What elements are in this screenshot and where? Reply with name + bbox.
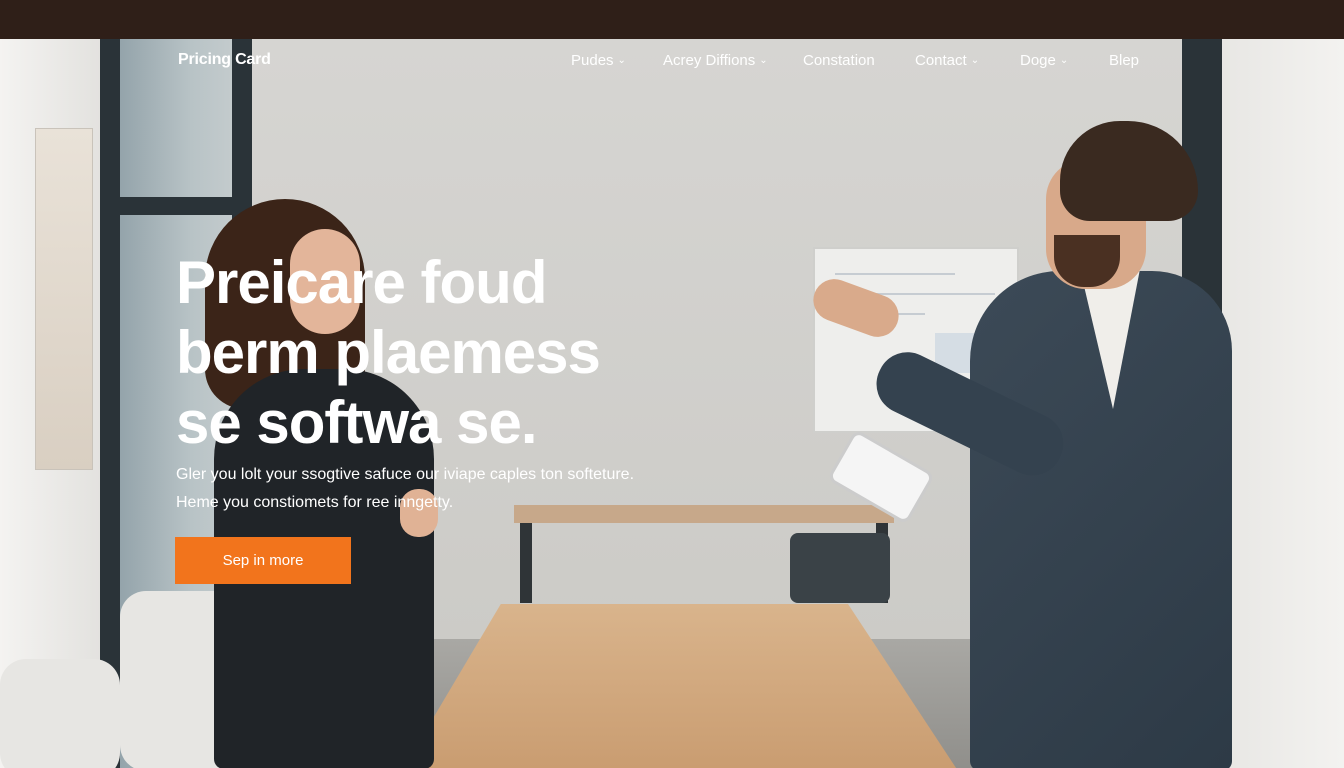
nav-label: Blep — [1109, 52, 1140, 69]
nav-item-constation[interactable]: Constation — [803, 52, 875, 69]
hero-subtitle-line: Gler you lolt your ssogtive safuce our i… — [176, 466, 635, 483]
cta-button[interactable]: Sep in more — [175, 537, 351, 584]
white-chair — [0, 659, 120, 768]
nav-label: Pudes — [571, 52, 614, 69]
nav-item-acrey-diffions[interactable]: Acrey Diffions ⌄ — [663, 52, 768, 69]
office-chair — [790, 533, 890, 603]
chevron-down-icon: ⌄ — [617, 55, 626, 66]
chevron-down-icon: ⌄ — [970, 55, 980, 66]
wall-poster — [36, 129, 92, 469]
nav-item-contact[interactable]: Contact ⌄ — [915, 52, 979, 69]
hero-subtitle: Gler you lolt your ssogtive safuce our i… — [176, 461, 634, 517]
right-wall — [1222, 39, 1344, 768]
man-beard — [1054, 235, 1120, 287]
hero-subtitle-line: Heme you constiomets for ree inngetty. — [176, 494, 454, 511]
chevron-down-icon: ⌄ — [1059, 55, 1069, 66]
hero-heading-line: berm plaemess — [176, 319, 601, 386]
top-bar — [0, 0, 1344, 39]
chevron-down-icon: ⌄ — [759, 55, 768, 66]
nav-label: Constation — [803, 52, 875, 69]
nav-item-pudes[interactable]: Pudes ⌄ — [571, 52, 626, 69]
brand-logo[interactable]: Pricing Card — [178, 51, 271, 69]
nav-item-blep[interactable]: Blep — [1109, 52, 1139, 69]
nav-label: Acrey Diffions — [663, 52, 756, 69]
window-frame — [100, 39, 120, 768]
nav-label: Doge — [1020, 52, 1056, 69]
window-frame — [100, 197, 252, 215]
hero-heading-line: se softwa se. — [176, 389, 538, 456]
nav-label: Contact — [915, 52, 967, 69]
nav-item-doge[interactable]: Doge ⌄ — [1020, 52, 1068, 69]
hero-heading-line: Preicare foud — [176, 249, 547, 316]
hero-heading: Preicare foud berm plaemess se softwa se… — [176, 248, 696, 458]
